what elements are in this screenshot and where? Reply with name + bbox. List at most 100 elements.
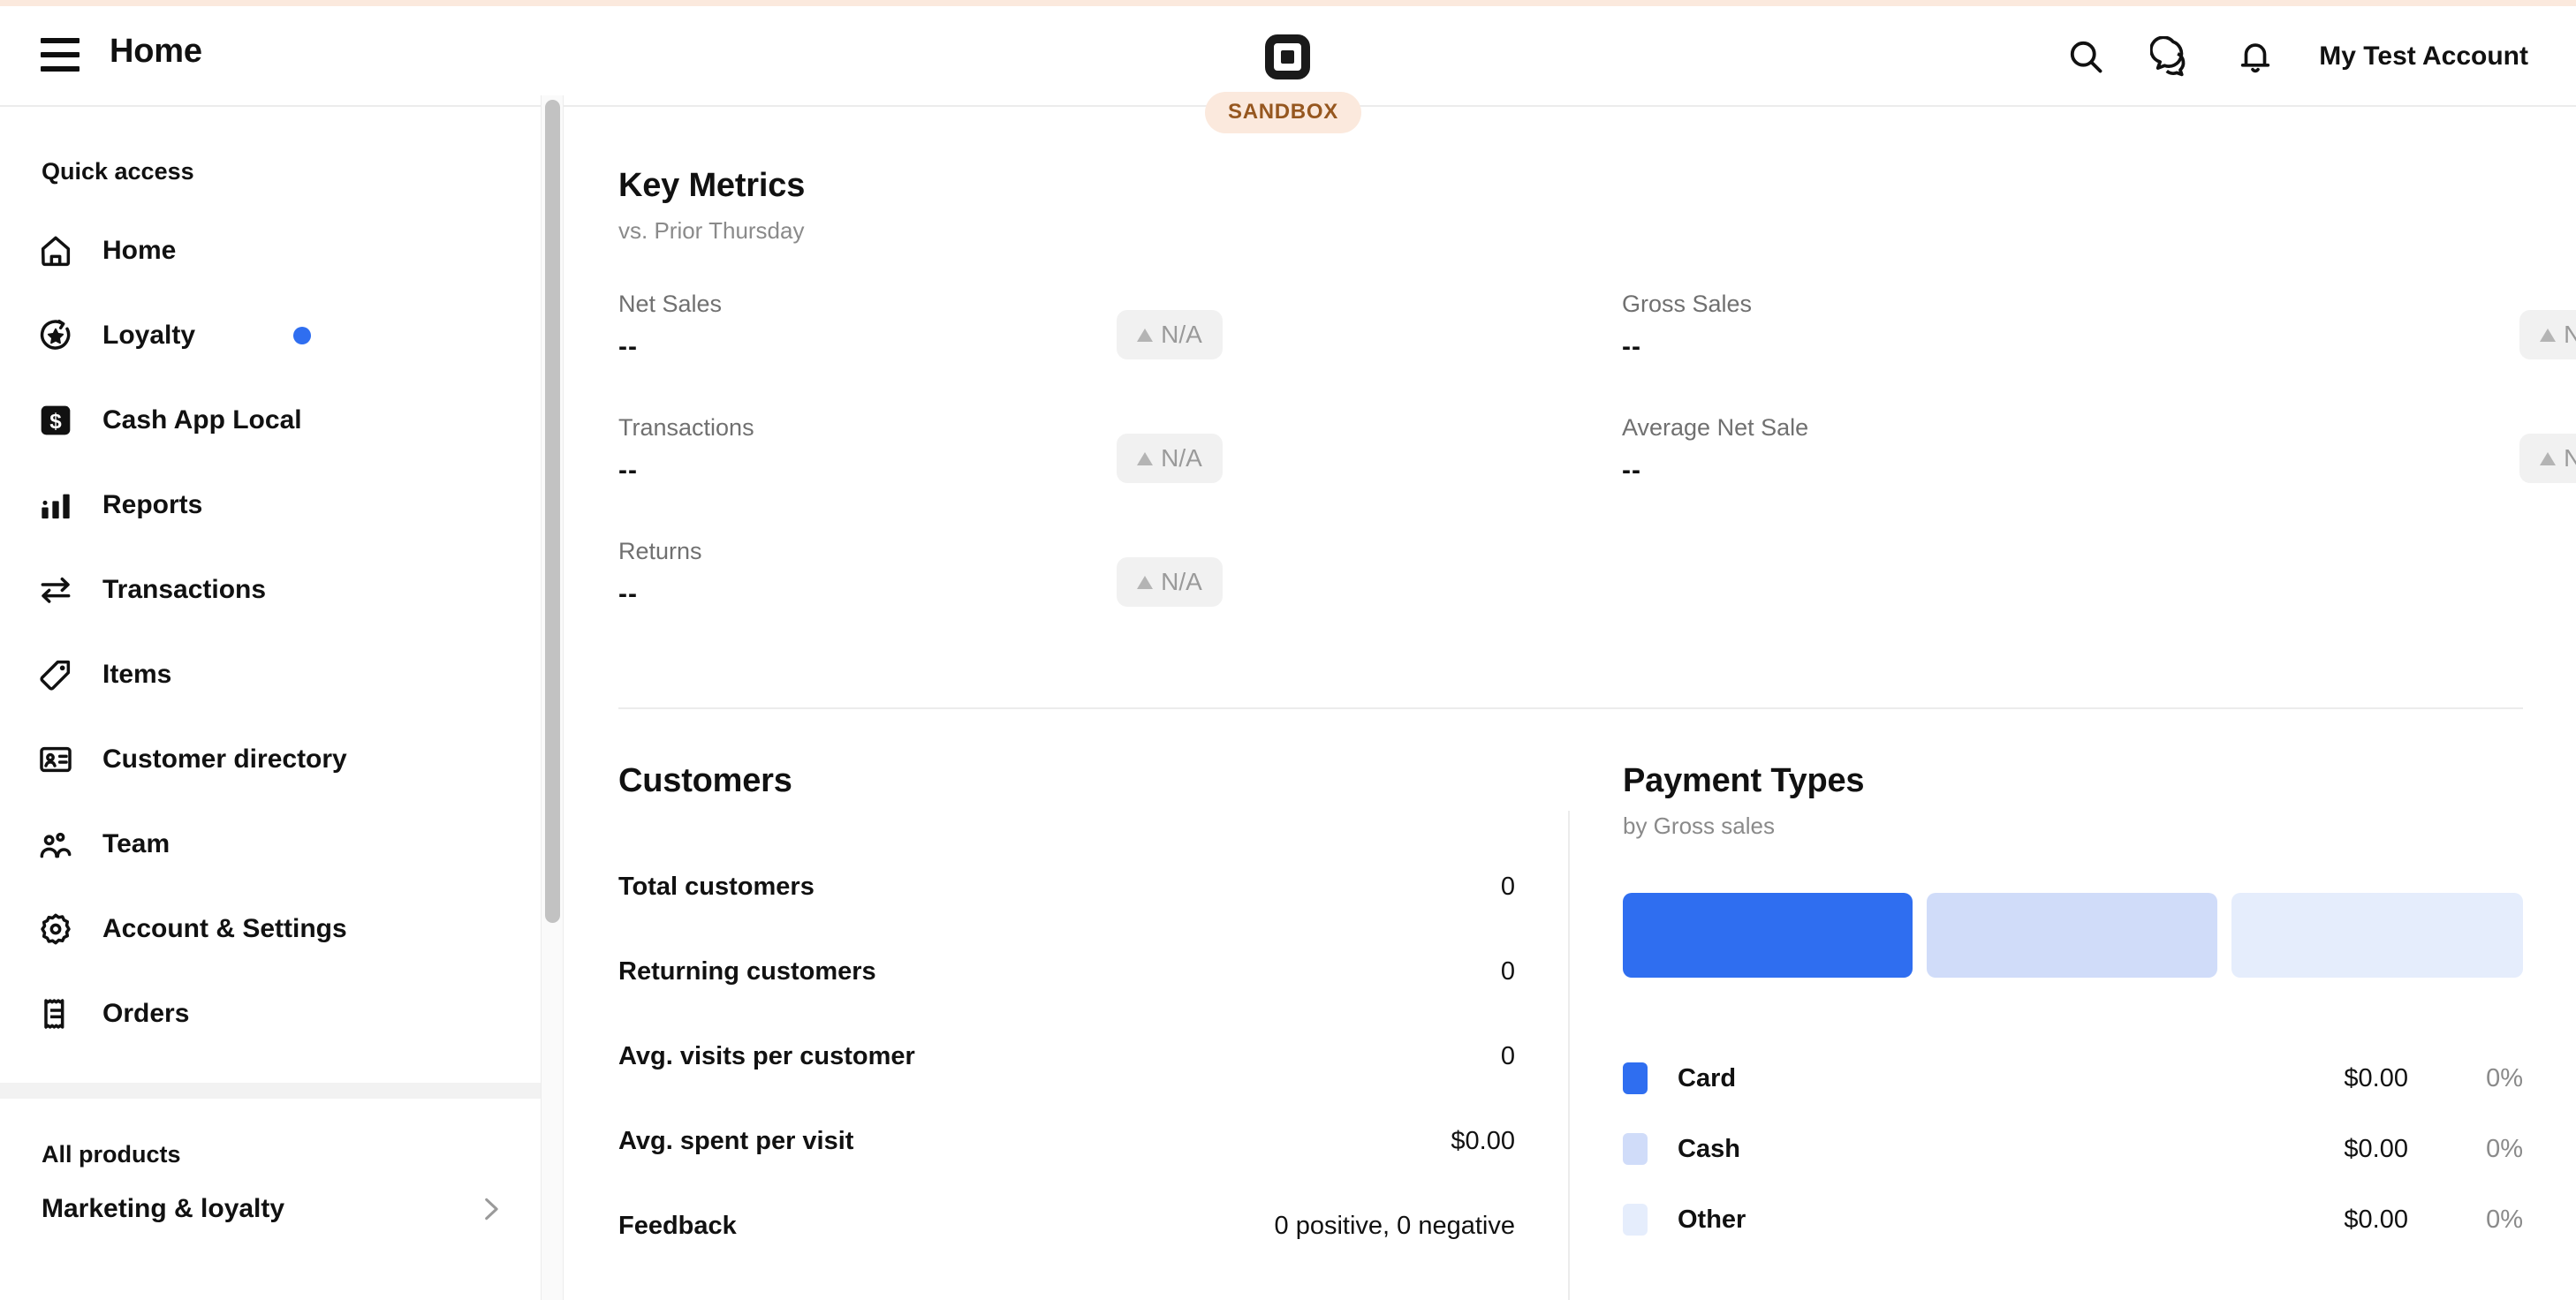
payment-types-subtitle: by Gross sales (1623, 812, 1775, 839)
hamburger-menu-icon[interactable] (41, 38, 80, 72)
app-root: Home SANDBOX My Test Account Quick acces… (0, 0, 2576, 1300)
payment-types-legend: Card $0.00 0% Cash $0.00 0% Other $0.00 (1623, 1043, 2523, 1255)
bar-segment-cash (1926, 893, 2218, 978)
bell-icon[interactable] (2213, 14, 2298, 99)
chat-bubbles-icon[interactable] (2128, 14, 2213, 99)
status-badge: N/A (1117, 434, 1223, 483)
sidebar-item-loyalty[interactable]: Loyalty (0, 293, 541, 378)
metric-delta: N/A (2564, 444, 2576, 472)
metric-value: -- (1622, 332, 1641, 361)
svg-text:$: $ (49, 410, 62, 434)
metric-delta: N/A (2564, 321, 2576, 348)
sidebar-item-label: Customer directory (102, 744, 347, 774)
key-metrics-title: Key Metrics (618, 167, 806, 204)
row-value: $0.00 (1451, 1126, 1515, 1155)
legend-percent: 0% (2486, 1134, 2523, 1163)
legend-label: Card (1678, 1063, 1737, 1092)
customers-list: Total customers 0 Returning customers 0 … (618, 844, 1515, 1268)
sidebar-item-reports[interactable]: Reports (0, 463, 541, 548)
bar-segment-other (2231, 893, 2523, 978)
square-logo[interactable] (1265, 34, 1310, 79)
gear-icon (35, 909, 76, 949)
row-label: Total customers (618, 872, 814, 901)
price-tag-icon (35, 654, 76, 695)
metric-value: -- (1622, 456, 1641, 485)
sidebar-item-account-settings[interactable]: Account & Settings (0, 887, 541, 971)
metric-label: Average Net Sale (1622, 414, 1809, 441)
quick-access-heading: Quick access (42, 158, 194, 185)
row-value: 0 (1500, 872, 1515, 901)
bar-segment-card (1623, 893, 1913, 978)
metric-net-sales: Net Sales -- N/A (618, 291, 1622, 414)
people-icon (35, 824, 76, 865)
sidebar-item-label: Items (102, 660, 172, 689)
metric-label: Net Sales (618, 291, 723, 317)
all-products-heading: All products (42, 1141, 181, 1168)
metric-value: -- (618, 332, 638, 361)
header-actions: My Test Account (2043, 6, 2541, 107)
sidebar-item-home[interactable]: Home (0, 208, 541, 293)
metric-empty-slot (1622, 538, 2576, 661)
account-menu-button[interactable]: My Test Account (2319, 42, 2528, 72)
legend-label: Other (1678, 1205, 1746, 1234)
list-item: Cash $0.00 0% (1623, 1114, 2523, 1184)
customers-section: Customers Total customers 0 Returning cu… (618, 762, 1568, 1300)
receipt-icon (35, 994, 76, 1034)
metric-gross-sales: Gross Sales -- N/A (1622, 291, 2576, 414)
app-header: Home SANDBOX My Test Account (0, 6, 2576, 133)
legend-amount: $0.00 (2344, 1134, 2408, 1163)
chevron-right-icon (475, 1194, 505, 1224)
metric-label: Transactions (618, 414, 754, 441)
key-metrics-subtitle: vs. Prior Thursday (618, 217, 805, 244)
sidebar-item-label: Account & Settings (102, 914, 347, 943)
legend-swatch-cash (1623, 1133, 1648, 1165)
contact-card-icon (35, 739, 76, 780)
key-metrics-grid: Net Sales -- N/A Gross Sales -- N/A Tran… (565, 291, 2576, 661)
sandbox-badge: SANDBOX (1205, 92, 1361, 133)
sidebar-item-team[interactable]: Team (0, 802, 541, 887)
payment-types-section: Payment Types by Gross sales Card $0.00 … (1570, 762, 2523, 1300)
bar-chart-icon (35, 485, 76, 525)
metric-returns: Returns -- N/A (618, 538, 1622, 661)
sidebar-item-items[interactable]: Items (0, 632, 541, 717)
sidebar-scrollbar-thumb[interactable] (545, 100, 560, 923)
metric-value: -- (618, 579, 638, 608)
legend-swatch-card (1623, 1062, 1648, 1094)
sidebar-item-label: Reports (102, 490, 203, 519)
sidebar-item-orders[interactable]: Orders (0, 971, 541, 1056)
status-badge: N/A (1117, 310, 1223, 359)
triangle-up-icon (1137, 451, 1154, 465)
page-title: Home (110, 33, 202, 70)
search-icon[interactable] (2043, 14, 2128, 99)
main-content: Key Metrics vs. Prior Thursday Net Sales… (565, 109, 2576, 1300)
list-item: Avg. spent per visit $0.00 (618, 1099, 1515, 1183)
list-item: Feedback 0 positive, 0 negative (618, 1183, 1515, 1268)
customers-title: Customers (618, 762, 792, 799)
transfer-arrows-icon (35, 570, 76, 610)
product-item-label: Marketing & loyalty (42, 1194, 285, 1223)
loyalty-notification-dot (293, 327, 311, 344)
key-metrics-header: Key Metrics vs. Prior Thursday (565, 109, 2576, 245)
sidebar-item-label: Orders (102, 999, 190, 1028)
status-badge: N/A (1117, 557, 1223, 607)
list-item: Card $0.00 0% (1623, 1043, 2523, 1114)
row-value: 0 (1500, 956, 1515, 986)
legend-amount: $0.00 (2344, 1063, 2408, 1092)
sandbox-top-band (0, 0, 2576, 6)
sidebar: Quick access Home Loyalty $ Cash App Loc… (0, 109, 541, 1300)
metric-transactions: Transactions -- N/A (618, 414, 1622, 538)
sidebar-item-label: Cash App Local (102, 405, 302, 435)
lower-sections: Customers Total customers 0 Returning cu… (565, 762, 2576, 1300)
legend-percent: 0% (2486, 1063, 2523, 1092)
list-item: Avg. visits per customer 0 (618, 1014, 1515, 1099)
quick-access-nav: Home Loyalty $ Cash App Local Reports Tr… (0, 208, 541, 1056)
sidebar-item-cash-app-local[interactable]: $ Cash App Local (0, 378, 541, 463)
status-badge: N/A (2519, 434, 2576, 483)
sidebar-item-customer-directory[interactable]: Customer directory (0, 717, 541, 802)
row-label: Avg. spent per visit (618, 1126, 854, 1155)
section-divider (618, 707, 2523, 709)
metric-delta: N/A (1161, 568, 1202, 595)
sidebar-item-label: Transactions (102, 575, 267, 604)
sidebar-item-transactions[interactable]: Transactions (0, 548, 541, 632)
sidebar-item-marketing-loyalty[interactable]: Marketing & loyalty (0, 1168, 541, 1250)
